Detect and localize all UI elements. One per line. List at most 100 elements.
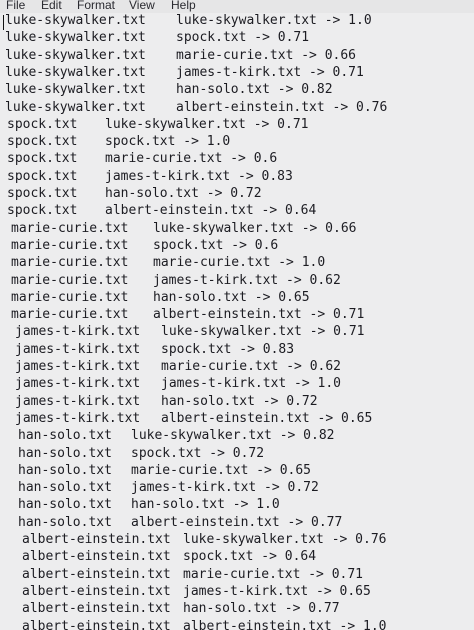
text-line: albert-einstein.txt albert-einstein.txt -… [0, 618, 474, 630]
text-line: spock.txt luke-skywalker.txt -> 0.71 [0, 116, 474, 134]
source-file-name: james-t-kirk.txt [15, 410, 141, 426]
source-file-name: albert-einstein.txt [22, 549, 171, 565]
source-file-name: albert-einstein.txt [22, 601, 171, 617]
similarity-entry: marie-curie.txt -> 0.71 [183, 566, 364, 582]
source-file-name: spock.txt [7, 186, 78, 201]
similarity-entry: han-solo.txt -> 0.77 [183, 601, 340, 617]
text-line: marie-curie.txt luke-skywalker.txt -> 0.6… [0, 220, 474, 238]
source-file-name: spock.txt [7, 168, 78, 184]
similarity-entry: james-t-kirk.txt -> 0.71 [176, 64, 364, 80]
similarity-entry: spock.txt -> 0.64 [183, 549, 317, 565]
similarity-entry: albert-einstein.txt -> 0.64 [105, 203, 317, 219]
similarity-entry: spock.txt -> 0.83 [161, 341, 295, 357]
text-line: luke-skywalker.txt spock.txt -> 0.71 [0, 29, 474, 47]
text-line: marie-curie.txt han-solo.txt -> 0.65 [0, 289, 474, 307]
text-line: albert-einstein.txt luke-skywalker.txt ->… [0, 531, 474, 549]
text-line: james-t-kirk.txt marie-curie.txt -> 0.62 [0, 358, 474, 376]
text-line: spock.txt marie-curie.txt -> 0.6 [0, 150, 474, 168]
similarity-entry: albert-einstein.txt -> 0.65 [161, 410, 373, 426]
text-line: luke-skywalker.txt han-solo.txt -> 0.82 [0, 81, 474, 99]
source-file-name: spock.txt [7, 116, 78, 132]
similarity-entry: james-t-kirk.txt -> 0.83 [105, 168, 293, 184]
text-line: spock.txt albert-einstein.txt -> 0.64 [0, 202, 474, 220]
text-line: luke-skywalker.txt marie-curie.txt -> 0.6… [0, 47, 474, 65]
similarity-entry: han-solo.txt -> 0.72 [161, 393, 318, 409]
source-file-name: marie-curie.txt [11, 237, 129, 253]
similarity-entry: albert-einstein.txt -> 1.0 [183, 618, 387, 630]
similarity-entry: han-solo.txt -> 0.72 [105, 186, 262, 201]
text-line: james-t-kirk.txt han-solo.txt -> 0.72 [0, 393, 474, 411]
source-file-name: han-solo.txt [18, 480, 112, 496]
text-line: han-solo.txt luke-skywalker.txt -> 0.82 [0, 427, 474, 445]
source-file-name: spock.txt [7, 203, 78, 219]
similarity-entry: albert-einstein.txt -> 0.71 [153, 307, 365, 323]
source-file-name: marie-curie.txt [11, 289, 129, 305]
source-file-name: james-t-kirk.txt [15, 376, 141, 392]
similarity-entry: luke-skywalker.txt -> 0.71 [161, 324, 365, 340]
source-file-name: albert-einstein.txt [22, 532, 171, 547]
similarity-entry: han-solo.txt -> 1.0 [131, 497, 280, 513]
source-file-name: james-t-kirk.txt [15, 324, 141, 340]
source-file-name: marie-curie.txt [11, 255, 129, 271]
text-line: james-t-kirk.txt spock.txt -> 0.83 [0, 341, 474, 359]
text-line: marie-curie.txt james-t-kirk.txt -> 0.62 [0, 272, 474, 290]
source-file-name: luke-skywalker.txt [5, 99, 146, 115]
source-file-name: albert-einstein.txt [22, 618, 171, 630]
similarity-entry: luke-skywalker.txt -> 1.0 [176, 13, 372, 28]
text-line: albert-einstein.txt james-t-kirk.txt -> 0… [0, 583, 474, 601]
similarity-entry: marie-curie.txt -> 0.65 [131, 462, 312, 478]
similarity-entry: han-solo.txt -> 0.65 [153, 289, 310, 305]
text-line: luke-skywalker.txt luke-skywalker.txt -> … [0, 12, 474, 30]
source-file-name: han-solo.txt [18, 462, 112, 478]
similarity-entry: spock.txt -> 1.0 [105, 134, 231, 150]
source-file-name: marie-curie.txt [11, 220, 129, 236]
text-line: james-t-kirk.txt luke-skywalker.txt -> 0.… [0, 323, 474, 341]
source-file-name: han-solo.txt [18, 445, 112, 461]
similarity-entry: luke-skywalker.txt -> 0.82 [131, 428, 335, 444]
source-file-name: han-solo.txt [18, 428, 112, 444]
source-file-name: luke-skywalker.txt [5, 64, 146, 80]
source-file-name: luke-skywalker.txt [5, 82, 146, 98]
text-line: han-solo.txt albert-einstein.txt -> 0.77 [0, 514, 474, 532]
source-file-name: luke-skywalker.txt [5, 30, 146, 46]
text-line: marie-curie.txt marie-curie.txt -> 1.0 [0, 254, 474, 272]
source-file-name: luke-skywalker.txt [5, 47, 146, 63]
source-file-name: marie-curie.txt [11, 272, 129, 288]
source-file-name: albert-einstein.txt [22, 583, 171, 599]
similarity-entry: marie-curie.txt -> 0.6 [105, 151, 278, 167]
source-file-name: han-solo.txt [18, 514, 112, 530]
text-line: han-solo.txt spock.txt -> 0.72 [0, 445, 474, 463]
text-line: marie-curie.txt albert-einstein.txt -> 0.… [0, 306, 474, 324]
notepad-window: File Edit Format View Help luke-skywalke… [0, 0, 474, 630]
text-line: albert-einstein.txt han-solo.txt -> 0.77 [0, 600, 474, 618]
text-line: han-solo.txt james-t-kirk.txt -> 0.72 [0, 479, 474, 497]
text-line: luke-skywalker.txt albert-einstein.txt ->… [0, 99, 474, 117]
similarity-entry: spock.txt -> 0.6 [153, 237, 279, 253]
source-file-name: luke-skywalker.txt [5, 13, 146, 28]
source-file-name: han-solo.txt [18, 497, 112, 513]
similarity-entry: james-t-kirk.txt -> 0.72 [131, 480, 319, 496]
text-line: marie-curie.txt spock.txt -> 0.6 [0, 237, 474, 255]
text-line: spock.txt spock.txt -> 1.0 [0, 133, 474, 151]
source-file-name: james-t-kirk.txt [15, 341, 141, 357]
similarity-entry: marie-curie.txt -> 0.66 [176, 47, 357, 63]
similarity-entry: luke-skywalker.txt -> 0.66 [153, 220, 357, 236]
similarity-entry: spock.txt -> 0.72 [131, 445, 265, 461]
source-file-name: spock.txt [7, 134, 78, 150]
similarity-entry: james-t-kirk.txt -> 0.65 [183, 583, 371, 599]
text-line: albert-einstein.txt marie-curie.txt -> 0.… [0, 566, 474, 584]
text-line: spock.txt han-solo.txt -> 0.72 [0, 185, 474, 203]
similarity-entry: james-t-kirk.txt -> 1.0 [161, 376, 342, 392]
source-file-name: spock.txt [7, 151, 78, 167]
source-file-name: james-t-kirk.txt [15, 393, 141, 409]
text-line: spock.txt james-t-kirk.txt -> 0.83 [0, 168, 474, 186]
text-edit-area[interactable]: luke-skywalker.txt luke-skywalker.txt -> … [0, 13, 474, 630]
similarity-entry: james-t-kirk.txt -> 0.62 [153, 272, 341, 288]
text-line: james-t-kirk.txt james-t-kirk.txt -> 1.0 [0, 375, 474, 393]
similarity-entry: marie-curie.txt -> 1.0 [153, 255, 326, 271]
text-line: luke-skywalker.txt james-t-kirk.txt -> 0.… [0, 64, 474, 82]
text-line: albert-einstein.txt spock.txt -> 0.64 [0, 548, 474, 566]
similarity-entry: marie-curie.txt -> 0.62 [161, 359, 342, 374]
similarity-entry: albert-einstein.txt -> 0.76 [176, 99, 388, 115]
text-line: han-solo.txt han-solo.txt -> 1.0 [0, 496, 474, 514]
